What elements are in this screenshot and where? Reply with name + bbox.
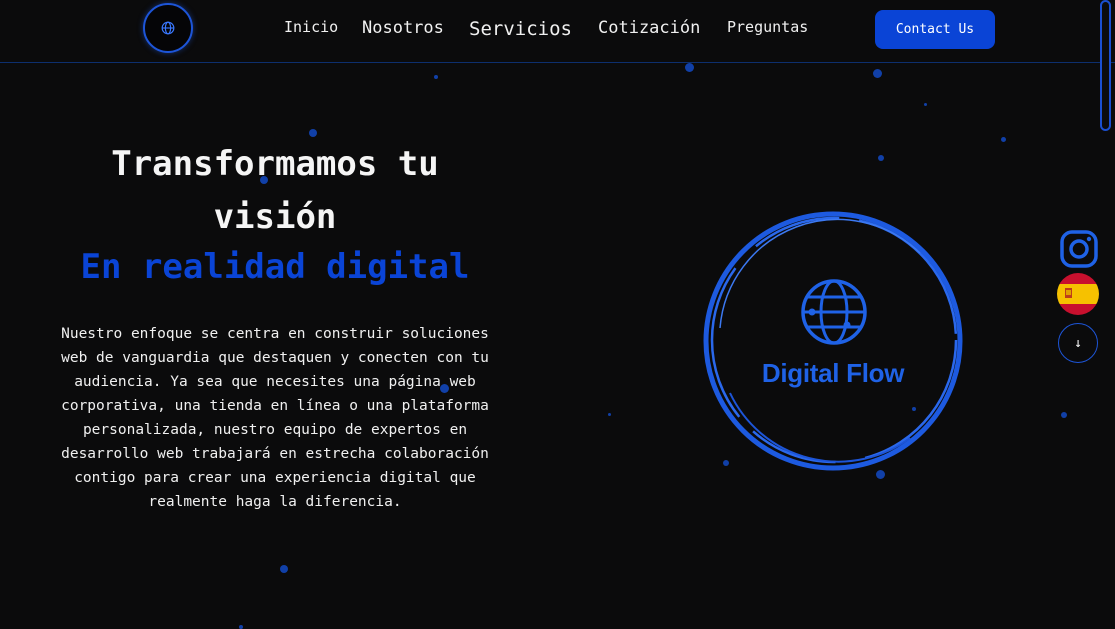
scrollbar-thumb[interactable]	[1100, 0, 1111, 131]
arrow-down-icon: ↓	[1074, 335, 1082, 351]
brand-name: Digital Flow	[761, 358, 905, 388]
site-header: Inicio Nosotros Servicios Cotización Pre…	[0, 0, 1115, 63]
instagram-icon[interactable]	[1058, 228, 1100, 270]
hero-subtitle: En realidad digital	[80, 247, 470, 287]
contact-us-button[interactable]: Contact Us	[875, 10, 995, 49]
nav-link-inicio[interactable]: Inicio	[284, 18, 338, 36]
nav-link-servicios[interactable]: Servicios	[469, 18, 572, 40]
globe-icon	[161, 21, 175, 35]
spain-flag-icon[interactable]	[1057, 273, 1099, 315]
logo-icon[interactable]	[143, 3, 193, 53]
hero-title: Transformamos tu visión	[111, 144, 439, 237]
hero-description: Nuestro enfoque se centra en construir s…	[61, 326, 489, 510]
nav-link-preguntas[interactable]: Preguntas	[727, 18, 808, 36]
page: Inicio Nosotros Servicios Cotización Pre…	[0, 0, 1115, 629]
nav-link-cotizacion[interactable]: Cotización	[598, 18, 700, 38]
nav-link-nosotros[interactable]: Nosotros	[362, 18, 444, 38]
brand-emblem: Digital Flow	[700, 208, 972, 480]
scroll-down-button[interactable]: ↓	[1058, 323, 1098, 363]
globe-icon	[801, 279, 867, 345]
